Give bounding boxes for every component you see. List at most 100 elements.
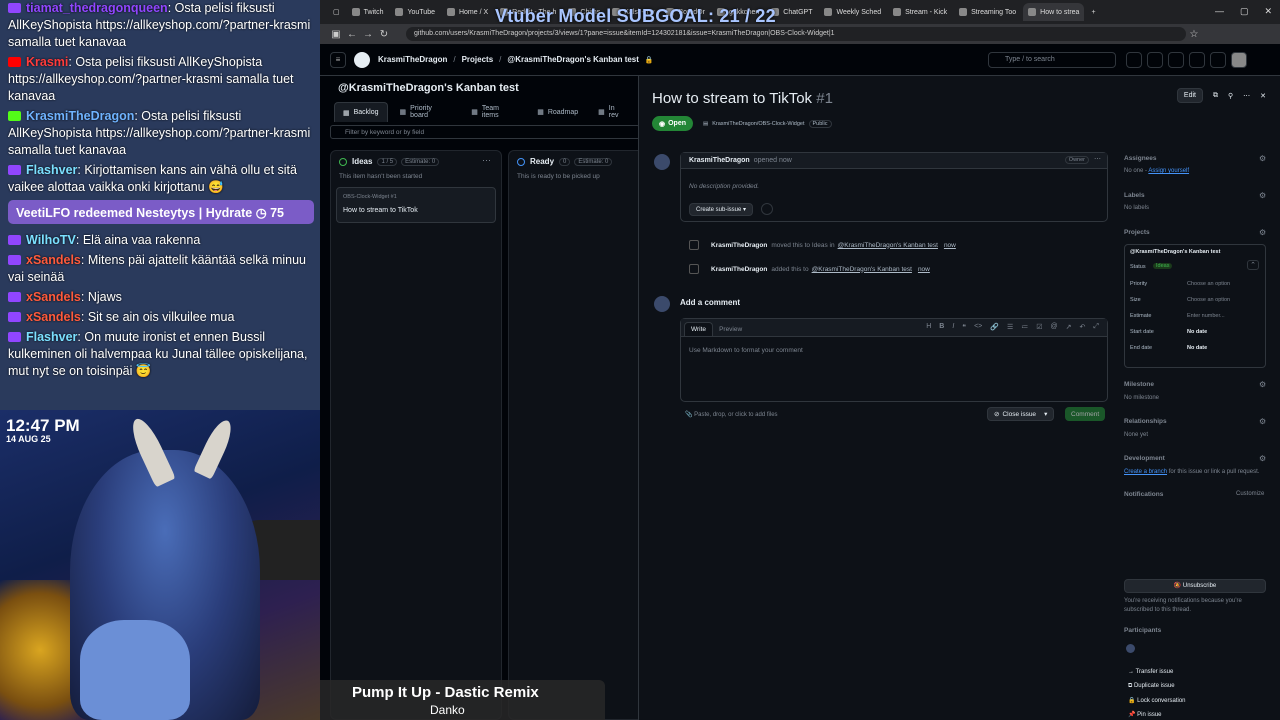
gear-icon[interactable]: ⚙ — [1259, 191, 1266, 200]
mention-icon[interactable]: @ — [1051, 323, 1058, 331]
heading-icon[interactable]: H — [926, 323, 931, 331]
view-tab[interactable]: ▦ Backlog — [334, 102, 388, 122]
gear-icon[interactable]: ⚙ — [1259, 228, 1266, 237]
create-branch-link[interactable]: Create a branch — [1124, 469, 1167, 475]
issues-icon[interactable] — [1168, 52, 1184, 68]
browser-tab[interactable]: How to strea — [1023, 3, 1085, 21]
filter-input[interactable]: Filter by keyword or by field — [330, 125, 638, 139]
add-reaction-icon[interactable] — [761, 203, 773, 215]
sidebar-action[interactable]: 🔒 Lock conversation — [1128, 697, 1186, 704]
lock-icon: 🔒 — [644, 56, 654, 64]
url-field[interactable]: github.com/users/KrasmiTheDragon/project… — [406, 27, 1186, 41]
stream-screen: tiamat_thedragonqueen: Osta pelisi fiksu… — [0, 0, 1280, 720]
column-name: Ideas — [352, 157, 373, 166]
breadcrumb-project[interactable]: @KrasmiTheDragon's Kanban test — [507, 55, 639, 64]
hamburger-menu-icon[interactable]: ≡ — [330, 51, 346, 68]
attach-files-hint[interactable]: 📎 Paste, drop, or click to add files — [685, 411, 778, 418]
issue-card[interactable]: OBS-Clock-Widget #1 How to stream to Tik… — [336, 187, 496, 223]
link-icon[interactable]: 🔗 — [990, 323, 999, 331]
chevron-down-icon[interactable]: ▾ — [1044, 410, 1047, 418]
project-name[interactable]: @KrasmiTheDragon's Kanban test — [1130, 249, 1220, 255]
back-icon[interactable]: ← — [344, 29, 360, 40]
comment-button[interactable]: Comment — [1065, 407, 1106, 421]
view-tab[interactable]: ▦ In rev — [590, 102, 634, 122]
column-description: This is ready to be picked up — [517, 173, 600, 180]
view-tab[interactable]: ▦ Priority board — [392, 102, 460, 122]
minimize-icon[interactable]: — — [1215, 6, 1224, 17]
italic-icon[interactable]: I — [952, 323, 954, 331]
project-field-value[interactable]: No date — [1187, 329, 1207, 335]
project-field-value[interactable]: No date — [1187, 345, 1207, 351]
sidebar-toggle-icon[interactable]: ▣ — [328, 29, 344, 40]
browser-tab[interactable]: YouTube — [390, 3, 440, 21]
reload-icon[interactable]: ↻ — [376, 29, 392, 40]
view-tab[interactable]: ▦ Team items — [463, 102, 525, 122]
bold-icon[interactable]: B — [939, 323, 944, 331]
lock-icon: 🔒 — [1128, 698, 1138, 704]
gear-icon[interactable]: ⚙ — [1259, 380, 1266, 389]
github-logo-icon[interactable] — [354, 51, 370, 68]
sidebar-action[interactable]: → Transfer issue — [1128, 669, 1173, 675]
breadcrumb-projects[interactable]: Projects — [462, 55, 494, 64]
create-new-icon[interactable] — [1147, 52, 1163, 68]
gear-icon[interactable]: ⚙ — [1259, 454, 1266, 463]
repo-link[interactable]: KrasmiTheDragon/OBS-Clock-Widget — [712, 121, 804, 127]
forward-icon[interactable]: → — [360, 29, 376, 40]
pin-icon: 📌 — [1128, 712, 1138, 718]
code-icon[interactable]: <> — [974, 323, 982, 331]
preview-tab[interactable]: Preview — [713, 323, 748, 336]
breadcrumb-user[interactable]: KrasmiTheDragon — [378, 55, 447, 64]
column-menu-icon[interactable]: ⋯ — [482, 155, 491, 166]
tab-group-icon[interactable]: ▢ — [328, 3, 345, 21]
user-avatar[interactable] — [1231, 52, 1247, 68]
issue-description: No description provided. — [689, 183, 760, 190]
unsubscribe-button[interactable]: 🔕 Unsubscribe — [1124, 579, 1266, 593]
inbox-icon[interactable] — [1210, 52, 1226, 68]
project-field-value[interactable]: Choose an option — [1187, 281, 1230, 287]
comment-author[interactable]: KrasmiTheDragon — [689, 157, 750, 164]
pin-icon[interactable]: ⚲ — [1228, 92, 1233, 100]
browser-tab[interactable]: Stream - Kick — [888, 3, 952, 21]
comment-menu-icon[interactable]: ⋯ — [1094, 155, 1101, 163]
bullet-list-icon[interactable]: ☰ — [1007, 323, 1013, 331]
close-issue-button[interactable]: ⊘ Close issue ▾ — [987, 407, 1055, 421]
numbered-list-icon[interactable]: ≔ — [1021, 323, 1028, 331]
sidebar-action[interactable]: 📌 Pin issue — [1128, 711, 1162, 718]
browser-tab[interactable]: Home / X — [442, 3, 493, 21]
status-dropdown[interactable]: Ideas — [1153, 263, 1173, 269]
undo-icon[interactable]: ↶ — [1080, 323, 1086, 331]
bookmark-star-icon[interactable]: ☆ — [1186, 29, 1202, 40]
write-tab[interactable]: Write — [684, 322, 714, 336]
close-panel-icon[interactable]: ✕ — [1260, 92, 1266, 100]
fullscreen-icon[interactable]: ⤢ — [1093, 323, 1099, 331]
more-options-icon[interactable]: ⋯ — [1243, 92, 1250, 100]
search-input[interactable]: Type / to search — [988, 52, 1116, 68]
edit-button[interactable]: Edit — [1176, 88, 1203, 103]
copy-link-icon[interactable]: ⧉ — [1213, 92, 1218, 100]
reference-icon[interactable]: ↗ — [1066, 323, 1072, 331]
view-tab[interactable]: ▦ Roadmap — [529, 102, 586, 122]
quote-icon[interactable]: ❝ — [962, 323, 966, 331]
collapse-icon[interactable]: ⌃ — [1247, 260, 1259, 270]
close-icon[interactable]: ✕ — [1264, 6, 1272, 17]
project-field-value[interactable]: Enter number... — [1187, 313, 1225, 319]
browser-tab[interactable]: Weekly Sched — [819, 3, 886, 21]
project-field-value[interactable]: Choose an option — [1187, 297, 1230, 303]
assign-yourself-link[interactable]: Assign yourself — [1148, 168, 1189, 174]
participant-avatar[interactable] — [1126, 644, 1135, 653]
browser-tab[interactable]: Streaming Too — [954, 3, 1021, 21]
copilot-icon[interactable] — [1126, 52, 1142, 68]
customize-link[interactable]: Customize — [1236, 491, 1264, 497]
gear-icon[interactable]: ⚙ — [1259, 417, 1266, 426]
create-sub-issue-button[interactable]: Create sub-issue ▾ — [689, 203, 754, 216]
transfer-icon: → — [1128, 669, 1136, 675]
browser-tab[interactable]: Twitch — [347, 3, 389, 21]
pull-requests-icon[interactable] — [1189, 52, 1205, 68]
new-tab-button[interactable]: + — [1086, 3, 1100, 21]
gear-icon[interactable]: ⚙ — [1259, 154, 1266, 163]
maximize-icon[interactable]: ▢ — [1240, 6, 1249, 17]
comment-textarea[interactable]: Use Markdown to format your comment — [689, 347, 803, 354]
task-list-icon[interactable]: ☑ — [1036, 323, 1042, 331]
author-avatar[interactable] — [654, 154, 670, 170]
sidebar-action[interactable]: ⧉ Duplicate issue — [1128, 683, 1175, 690]
